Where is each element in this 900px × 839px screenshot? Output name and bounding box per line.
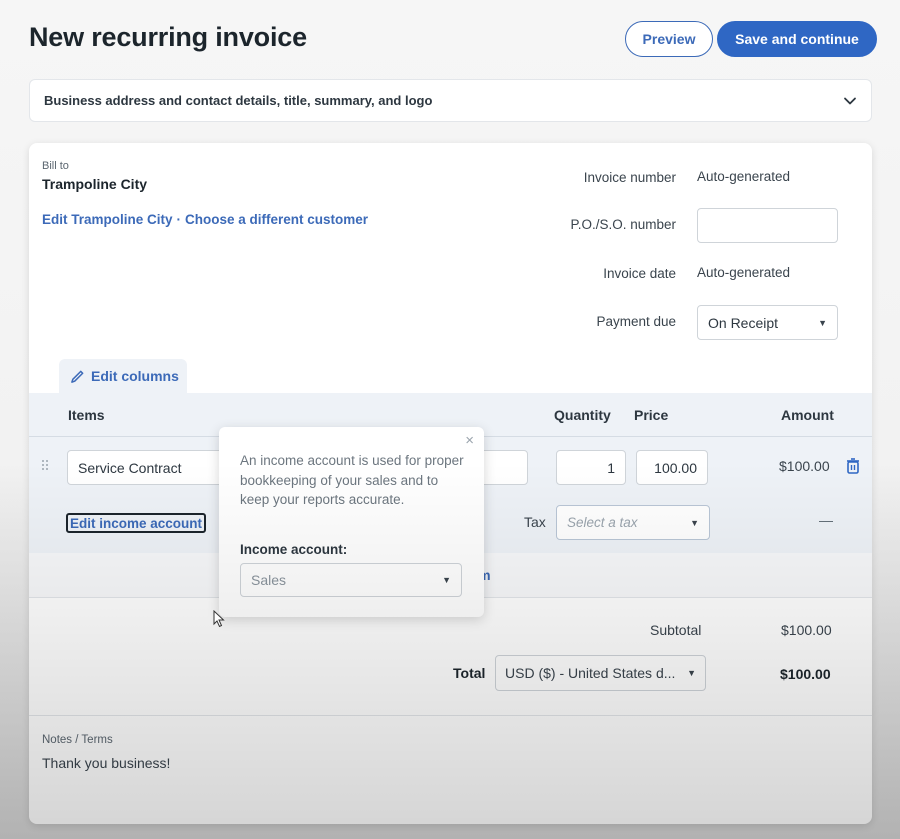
customer-links: Edit Trampoline City · Choose a different … bbox=[42, 212, 368, 227]
po-number-input[interactable] bbox=[697, 208, 838, 243]
subtotal-value: $100.00 bbox=[781, 622, 832, 638]
business-details-accordion[interactable]: Business address and contact details, ti… bbox=[29, 79, 872, 122]
payment-due-label: Payment due bbox=[596, 314, 676, 329]
edit-columns-label: Edit columns bbox=[91, 368, 179, 384]
quantity-input[interactable]: 1 bbox=[556, 450, 626, 485]
column-items: Items bbox=[68, 407, 105, 423]
column-price: Price bbox=[634, 407, 669, 423]
notes-text[interactable]: Thank you business! bbox=[42, 755, 170, 771]
tax-select[interactable]: Select a tax ▼ bbox=[556, 505, 710, 540]
edit-columns-tab[interactable]: Edit columns bbox=[59, 359, 187, 393]
save-and-continue-button[interactable]: Save and continue bbox=[717, 21, 877, 57]
pencil-icon bbox=[71, 370, 84, 383]
customer-name: Trampoline City bbox=[42, 176, 148, 192]
currency-value: USD ($) - United States d... bbox=[505, 665, 676, 681]
tax-label: Tax bbox=[524, 514, 546, 530]
mouse-cursor-icon bbox=[213, 610, 225, 628]
income-account-value: Sales bbox=[251, 572, 287, 588]
payment-due-select[interactable]: On Receipt ▼ bbox=[697, 305, 838, 340]
payment-due-value: On Receipt bbox=[708, 314, 779, 331]
caret-down-icon: ▼ bbox=[687, 668, 696, 678]
edit-income-account-link[interactable]: Edit income account bbox=[66, 513, 207, 533]
choose-customer-link[interactable]: Choose a different customer bbox=[185, 212, 368, 227]
link-separator: · bbox=[176, 212, 182, 227]
tax-amount: — bbox=[819, 512, 833, 528]
invoice-number-value: Auto-generated bbox=[697, 169, 791, 184]
drag-handle-icon[interactable] bbox=[41, 459, 49, 471]
total-label: Total bbox=[453, 665, 486, 681]
caret-down-icon: ▼ bbox=[690, 517, 699, 528]
notes-label: Notes / Terms bbox=[42, 734, 113, 746]
column-amount: Amount bbox=[781, 407, 834, 423]
invoice-number-label: Invoice number bbox=[583, 170, 676, 185]
income-account-label: Income account: bbox=[240, 542, 348, 557]
po-number-label: P.O./S.O. number bbox=[570, 217, 676, 232]
trash-icon[interactable] bbox=[846, 458, 860, 474]
invoice-date-label: Invoice date bbox=[603, 266, 676, 281]
chevron-down-icon[interactable] bbox=[843, 94, 857, 108]
bill-to-label: Bill to bbox=[42, 160, 69, 172]
accordion-label: Business address and contact details, ti… bbox=[44, 93, 433, 108]
invoice-date-value: Auto-generated bbox=[697, 265, 791, 280]
divider bbox=[29, 715, 872, 716]
line-amount: $100.00 bbox=[779, 458, 830, 474]
preview-button[interactable]: Preview bbox=[625, 21, 713, 57]
currency-select[interactable]: USD ($) - United States d... ▼ bbox=[495, 655, 706, 691]
income-account-select[interactable]: Sales ▼ bbox=[240, 563, 462, 597]
income-account-popover: × An income account is used for proper b… bbox=[219, 427, 484, 617]
caret-down-icon: ▼ bbox=[818, 317, 827, 328]
column-quantity: Quantity bbox=[554, 407, 611, 423]
page-title: New recurring invoice bbox=[29, 22, 307, 52]
caret-down-icon: ▼ bbox=[442, 575, 451, 585]
close-icon[interactable]: × bbox=[465, 432, 474, 449]
price-input[interactable]: 100.00 bbox=[636, 450, 708, 485]
tax-placeholder: Select a tax bbox=[567, 515, 638, 530]
edit-customer-link[interactable]: Edit Trampoline City bbox=[42, 212, 173, 227]
subtotal-label: Subtotal bbox=[650, 622, 702, 638]
total-value: $100.00 bbox=[780, 666, 831, 682]
popover-description: An income account is used for proper boo… bbox=[240, 453, 464, 507]
